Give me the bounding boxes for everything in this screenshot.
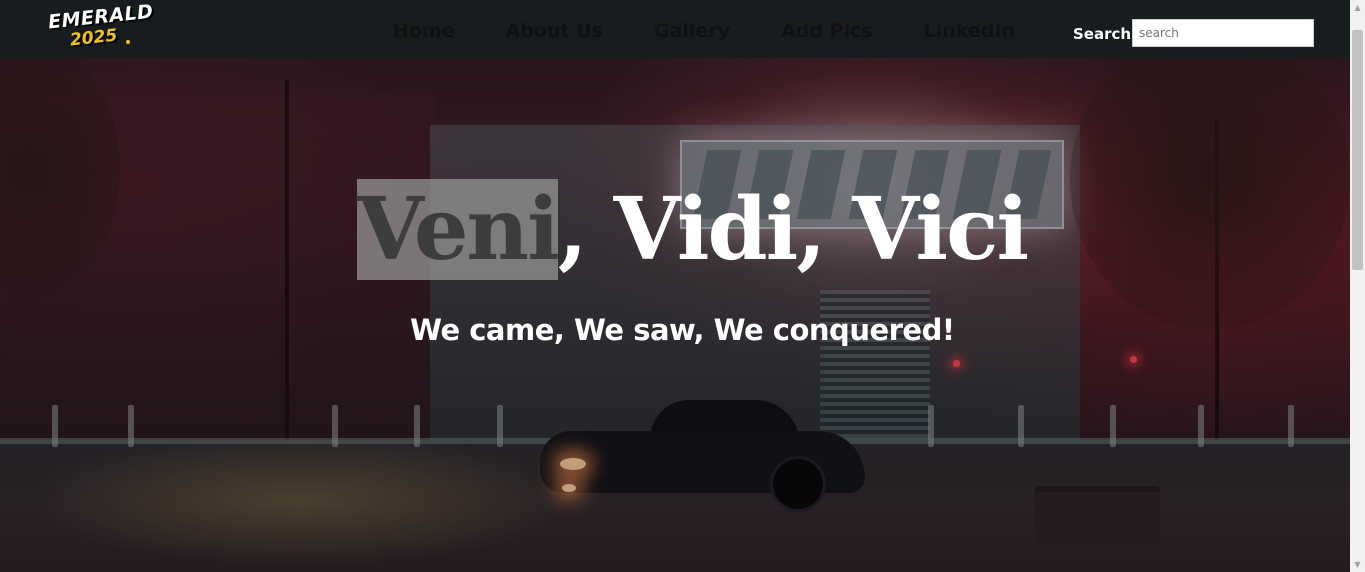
search-label: Search [1073, 25, 1132, 43]
hero-title: Veni, Vidi, Vici [357, 168, 1029, 292]
hero-title-selected-text: Veni [357, 179, 560, 280]
hero-subtitle: We came, We saw, We conquered! [410, 313, 955, 347]
logo[interactable]: EMERALD 2025 [40, 1, 154, 54]
scrollbar-thumb[interactable] [1352, 30, 1363, 270]
nav-link-linkedin[interactable]: LinkedIn [924, 20, 1015, 42]
nav-link-gallery[interactable]: Gallery [654, 20, 730, 42]
nav-link-home[interactable]: Home [393, 20, 455, 42]
nav-link-add-pics[interactable]: Add Pics [781, 20, 873, 42]
chevron-down-icon[interactable]: ▼ [1350, 557, 1365, 572]
nav-link-about-us[interactable]: About Us [506, 20, 603, 42]
logo-year: 2025 [69, 25, 119, 51]
nav-menu: Home About Us Gallery Add Pics LinkedIn [393, 20, 1015, 42]
hero-title-rest: , Vidi, Vici [557, 179, 1029, 280]
page: EMERALD 2025 Home About Us Gallery Add P… [0, 0, 1365, 572]
vertical-scrollbar[interactable]: ▲ ▼ [1350, 0, 1365, 572]
logo-dot [126, 40, 130, 44]
chevron-up-icon[interactable]: ▲ [1350, 0, 1365, 15]
search-input[interactable] [1132, 19, 1314, 47]
navbar: EMERALD 2025 Home About Us Gallery Add P… [0, 0, 1350, 58]
